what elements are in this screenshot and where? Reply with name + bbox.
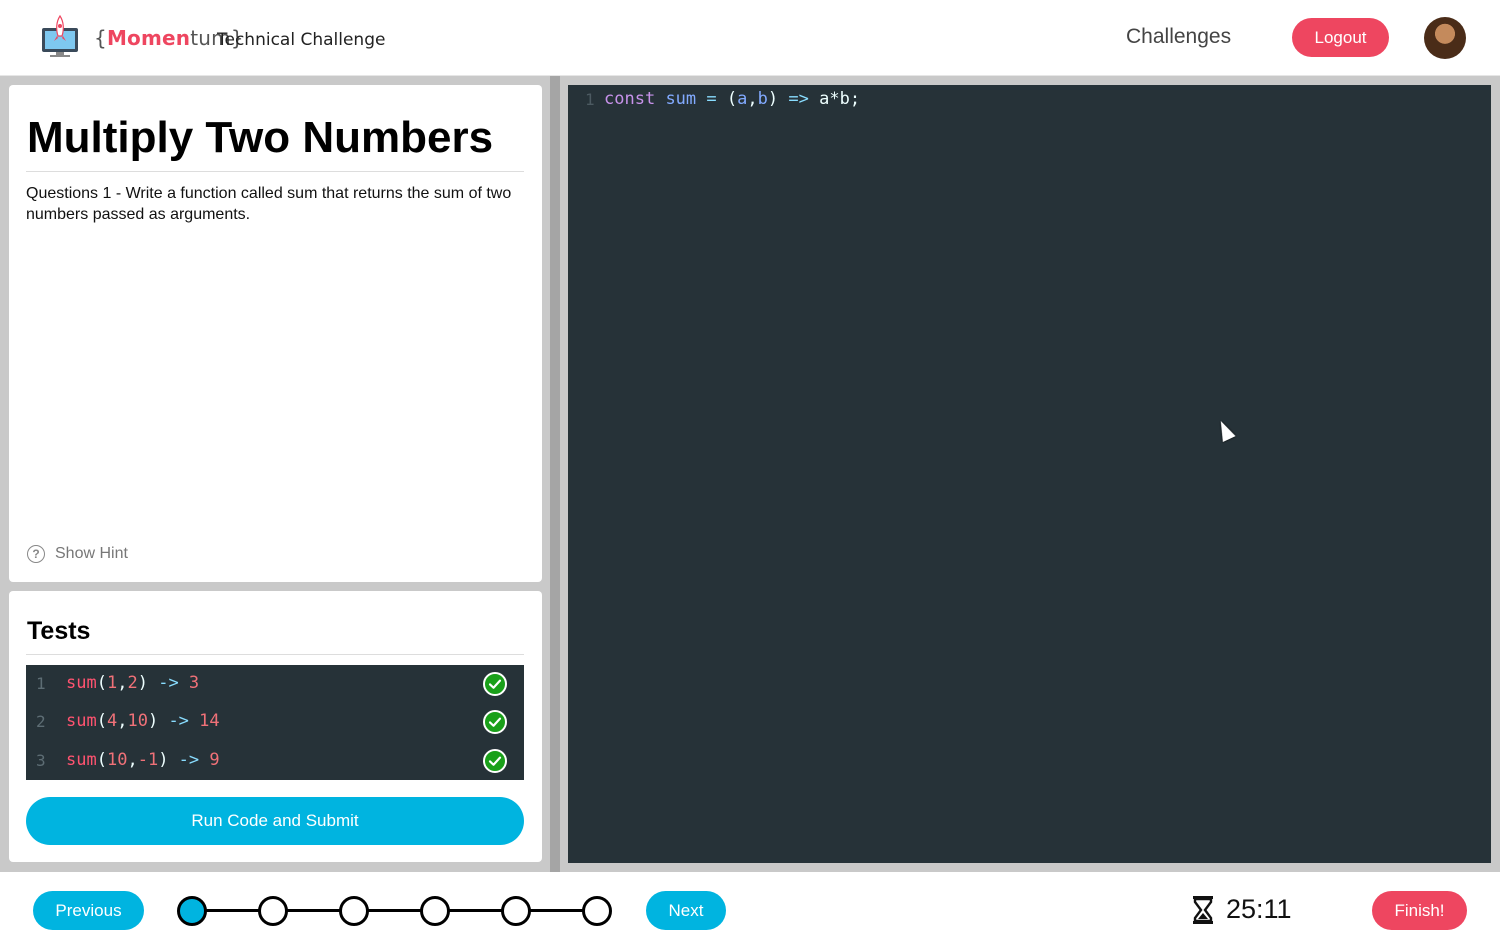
test-row: 2 sum(4,10) -> 14 xyxy=(26,703,524,741)
test-comma: , xyxy=(127,750,138,770)
test-paren-open: ( xyxy=(96,673,107,693)
right-pane: 1 const sum = (a,b) => a*b; xyxy=(560,76,1500,872)
brand-brace-open: { xyxy=(94,26,107,50)
token-name: sum xyxy=(665,89,697,109)
test-arg-b: 2 xyxy=(127,673,138,693)
test-paren-open: ( xyxy=(96,750,107,770)
question-text: Questions 1 - Write a function called su… xyxy=(26,185,512,223)
test-number: 2 xyxy=(36,712,46,731)
next-button[interactable]: Next xyxy=(646,891,726,930)
editor-line-source: const sum = (a,b) => a*b; xyxy=(604,89,860,109)
test-result: 3 xyxy=(188,673,200,693)
token-keyword: const xyxy=(604,89,656,109)
brand-momen: Momen xyxy=(106,26,191,50)
previous-button[interactable]: Previous xyxy=(33,891,144,930)
test-result: 9 xyxy=(209,750,220,770)
app-footer: Previous Next 25:11 Finish! xyxy=(0,872,1500,948)
token-comma: , xyxy=(747,89,758,109)
test-paren-close: ) xyxy=(158,750,169,770)
token-body: a*b; xyxy=(819,89,861,109)
test-fn: sum xyxy=(66,750,97,770)
editor-line-number: 1 xyxy=(585,90,595,109)
show-hint-button[interactable]: ? Show Hint xyxy=(27,545,128,563)
tests-divider xyxy=(26,654,524,655)
question-card: Multiply Two Numbers Questions 1 - Write… xyxy=(9,85,542,582)
test-arrow: -> xyxy=(168,750,210,770)
token-rparen: ) xyxy=(767,89,779,109)
stepper-track xyxy=(192,909,598,912)
editor-line[interactable]: 1 const sum = (a,b) => a*b; xyxy=(568,89,860,169)
run-code-and-submit-button[interactable]: Run Code and Submit xyxy=(26,797,524,845)
tests-title: Tests xyxy=(27,617,91,645)
test-code: sum(4,10) -> 14 xyxy=(66,711,220,731)
test-code: sum(1,2) -> 3 xyxy=(66,673,199,693)
step-6[interactable] xyxy=(582,896,612,926)
hourglass-icon xyxy=(1193,896,1213,924)
test-number: 1 xyxy=(36,674,46,693)
nav-challenges-link[interactable]: Challenges xyxy=(1126,25,1231,49)
test-fn: sum xyxy=(66,673,97,693)
test-arg-a: 4 xyxy=(106,711,118,731)
app-tagline: Technical Challenge xyxy=(217,30,386,50)
test-row: 1 sum(1,2) -> 3 xyxy=(26,665,524,703)
finish-button[interactable]: Finish! xyxy=(1372,891,1467,930)
tests-list: 1 sum(1,2) -> 3 2 sum(4,10) -> 14 3 sum(… xyxy=(26,665,524,780)
logout-button[interactable]: Logout xyxy=(1292,18,1389,57)
test-fn: sum xyxy=(66,711,97,731)
test-paren-open: ( xyxy=(96,711,107,731)
test-paren-close: ) xyxy=(137,673,148,693)
test-arg-b: 10 xyxy=(127,711,148,731)
test-paren-close: ) xyxy=(147,711,159,731)
test-arg-a: 10 xyxy=(106,750,128,770)
test-row: 3 sum(10,-1) -> 9 xyxy=(26,742,524,780)
show-hint-label: Show Hint xyxy=(55,545,128,562)
step-2[interactable] xyxy=(258,896,288,926)
app-header: {Momentum} Technical Challenge Challenge… xyxy=(0,0,1500,76)
question-circle-icon: ? xyxy=(27,545,45,563)
token-param-b: b xyxy=(757,89,768,109)
rocket-monitor-icon[interactable] xyxy=(40,14,80,58)
step-1[interactable] xyxy=(177,896,207,926)
workspace: Multiply Two Numbers Questions 1 - Write… xyxy=(0,76,1500,872)
question-title: Multiply Two Numbers xyxy=(27,113,494,162)
pane-resize-handle[interactable] xyxy=(550,76,560,872)
test-arg-a: 1 xyxy=(106,673,118,693)
test-number: 3 xyxy=(36,751,46,770)
tests-card: Tests 1 sum(1,2) -> 3 2 sum(4,10) -> 14 … xyxy=(9,591,542,862)
countdown-timer: 25:11 xyxy=(1226,894,1292,924)
test-comma: , xyxy=(117,711,128,731)
avatar[interactable] xyxy=(1424,17,1466,59)
token-lparen: ( xyxy=(726,89,738,109)
token-param-a: a xyxy=(737,89,748,109)
step-5[interactable] xyxy=(501,896,531,926)
step-3[interactable] xyxy=(339,896,369,926)
left-pane: Multiply Two Numbers Questions 1 - Write… xyxy=(0,76,550,872)
test-arg-b: -1 xyxy=(137,750,159,770)
test-arrow: -> xyxy=(158,711,200,731)
step-4[interactable] xyxy=(420,896,450,926)
check-circle-icon xyxy=(483,749,507,773)
test-comma: , xyxy=(117,673,128,693)
test-arrow: -> xyxy=(147,673,189,693)
token-arrow: => xyxy=(788,89,809,109)
check-circle-icon xyxy=(483,710,507,734)
check-circle-icon xyxy=(483,672,507,696)
code-editor[interactable]: 1 const sum = (a,b) => a*b; xyxy=(568,85,1491,863)
test-result: 14 xyxy=(199,711,220,731)
question-divider xyxy=(26,171,524,172)
test-code: sum(10,-1) -> 9 xyxy=(66,750,220,770)
token-equals: = xyxy=(706,89,717,109)
